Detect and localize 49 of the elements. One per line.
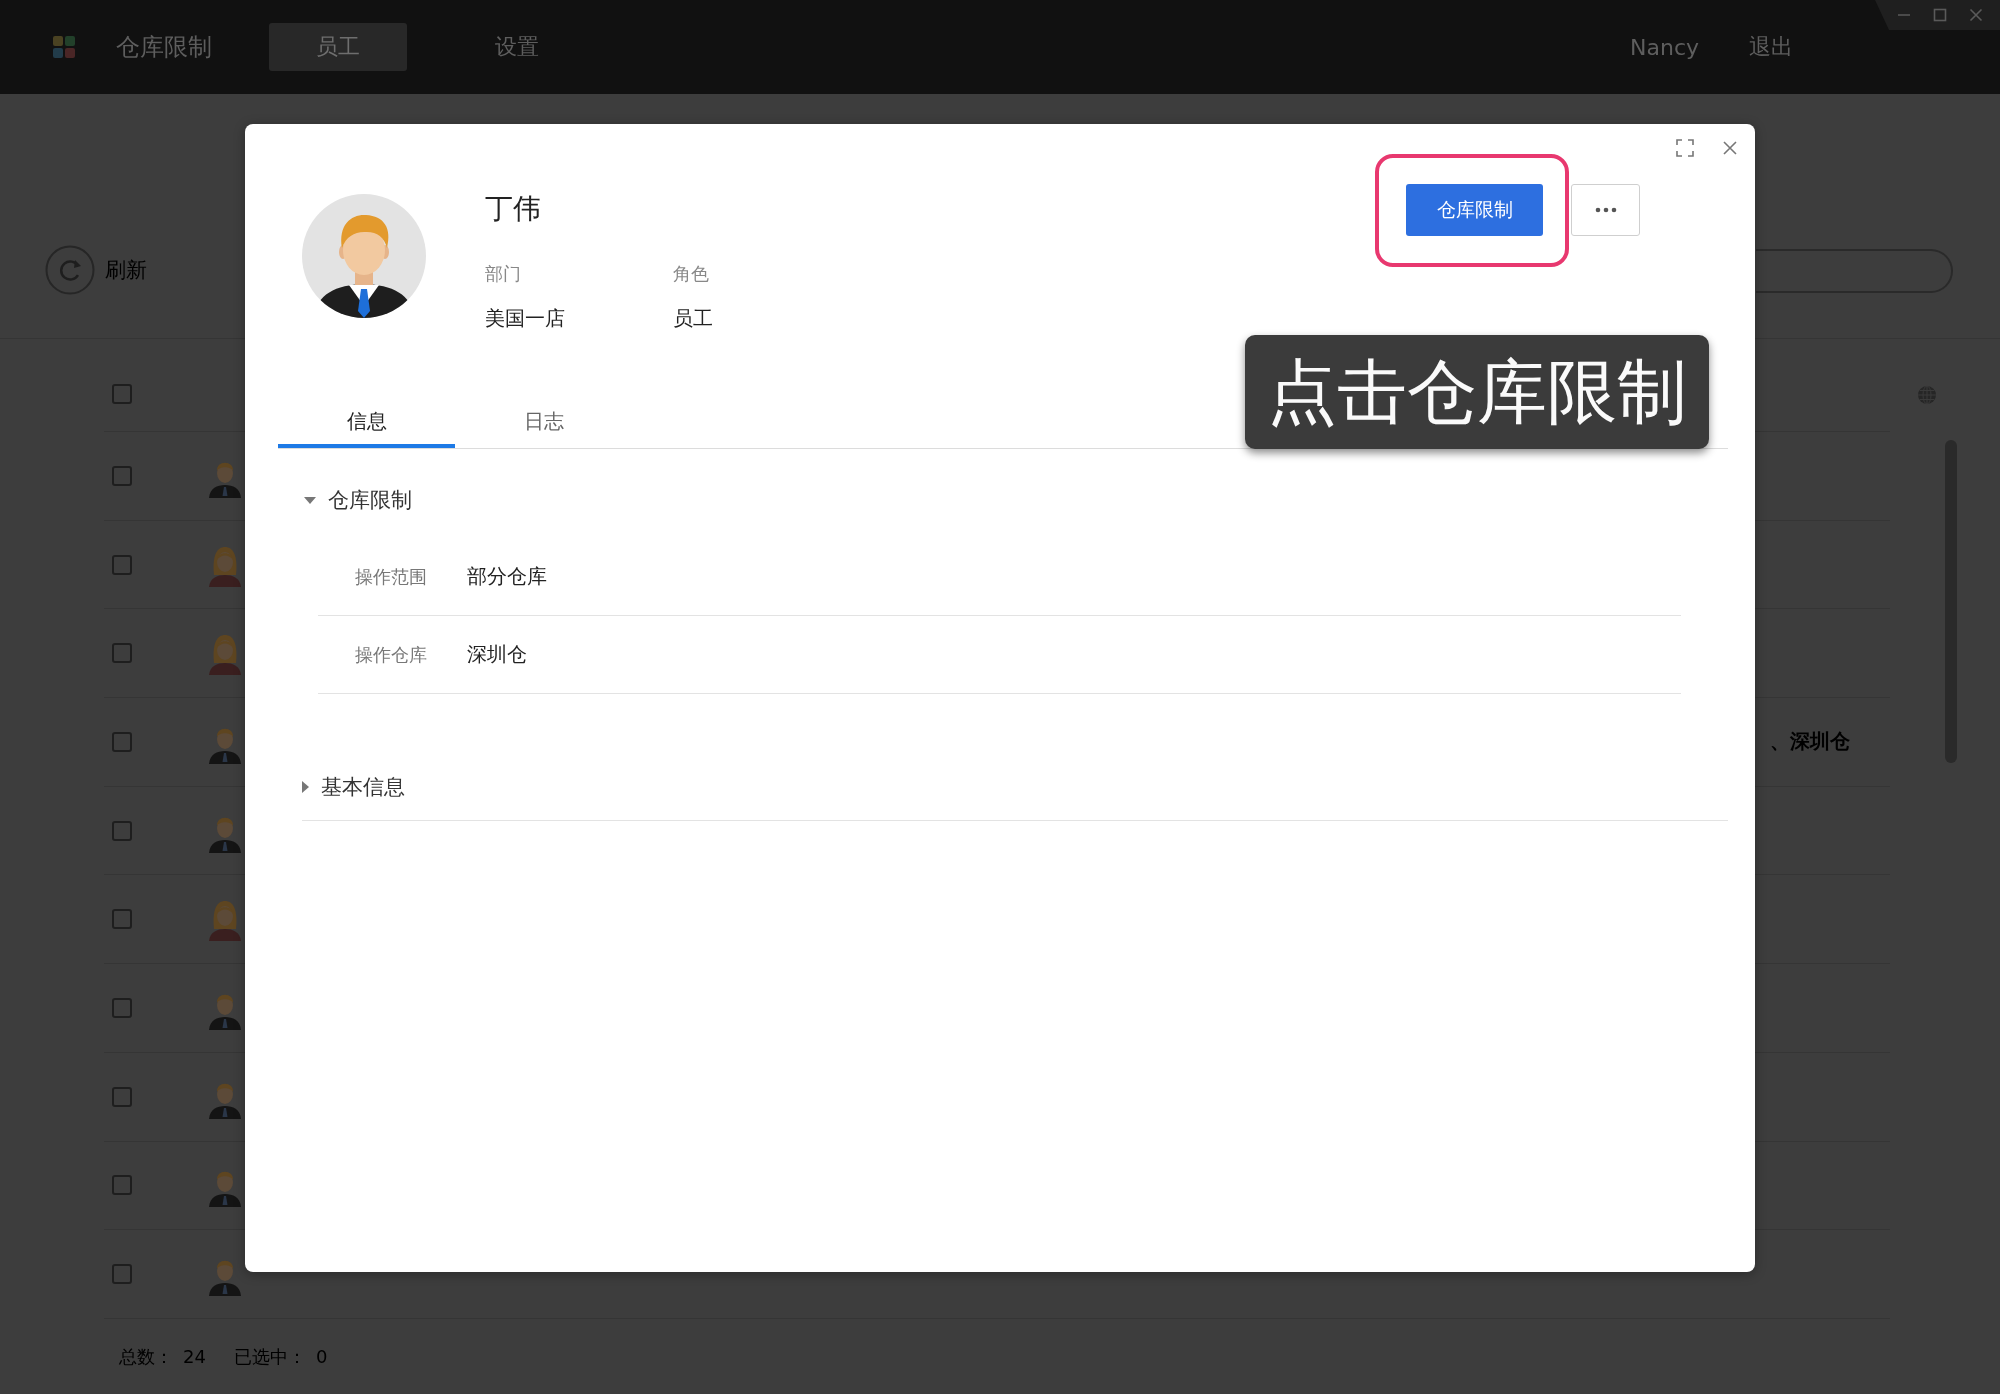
detail-label: 操作仓库: [355, 642, 428, 667]
warehouse-limit-button[interactable]: 仓库限制: [1406, 184, 1543, 236]
close-icon[interactable]: [1969, 8, 1983, 22]
tab[interactable]: 信息: [278, 397, 455, 448]
field-value: 美国一店: [485, 305, 566, 331]
close-icon[interactable]: [1722, 140, 1738, 156]
nav-tab[interactable]: 员工: [269, 23, 407, 71]
checkbox[interactable]: [112, 1264, 132, 1285]
detail-label: 操作范围: [355, 564, 428, 589]
logout-link[interactable]: 退出: [1749, 32, 1793, 62]
checkbox[interactable]: [112, 731, 132, 752]
checkbox[interactable]: [112, 997, 132, 1018]
checkbox[interactable]: [112, 909, 132, 930]
checkbox[interactable]: [112, 384, 132, 404]
caret-down-icon[interactable]: [304, 496, 316, 504]
selected-label: 已选中：: [233, 1344, 306, 1369]
maximize-icon[interactable]: [1933, 8, 1947, 22]
table-cell-text: 、深圳仓: [1770, 728, 1851, 756]
tab[interactable]: 日志: [455, 397, 632, 448]
section-title[interactable]: 基本信息: [321, 773, 405, 801]
checkbox[interactable]: [112, 554, 132, 575]
total-label: 总数：: [119, 1344, 173, 1369]
employee-name: 丁伟: [485, 192, 542, 226]
tooltip: 点击仓库限制: [1245, 335, 1709, 449]
field-label: 角色: [673, 262, 710, 286]
section-title[interactable]: 仓库限制: [328, 486, 412, 514]
checkbox[interactable]: [112, 820, 132, 841]
checkbox[interactable]: [112, 643, 132, 664]
logo-icon: [52, 35, 76, 59]
checkbox[interactable]: [112, 1086, 132, 1107]
user-name[interactable]: Nancy: [1630, 34, 1699, 60]
globe-icon[interactable]: [1917, 385, 1937, 405]
detail-value: 深圳仓: [467, 641, 527, 668]
field-label: 部门: [485, 262, 522, 286]
caret-right-icon[interactable]: [302, 781, 309, 793]
checkbox[interactable]: [112, 1175, 132, 1196]
more-icon: [1594, 207, 1617, 213]
app-title: 仓库限制: [116, 32, 212, 63]
avatar-icon: [302, 194, 426, 318]
more-button[interactable]: [1571, 184, 1640, 236]
detail-value: 部分仓库: [467, 563, 547, 590]
checkbox[interactable]: [112, 465, 132, 486]
search-field[interactable]: [1756, 249, 1953, 293]
total-count: 24: [183, 1346, 206, 1367]
selected-count: 0: [315, 1346, 328, 1367]
refresh-icon[interactable]: [45, 245, 95, 295]
fullscreen-icon[interactable]: [1676, 139, 1694, 157]
field-value: 员工: [673, 305, 714, 331]
nav-tab[interactable]: 设置: [448, 23, 586, 71]
